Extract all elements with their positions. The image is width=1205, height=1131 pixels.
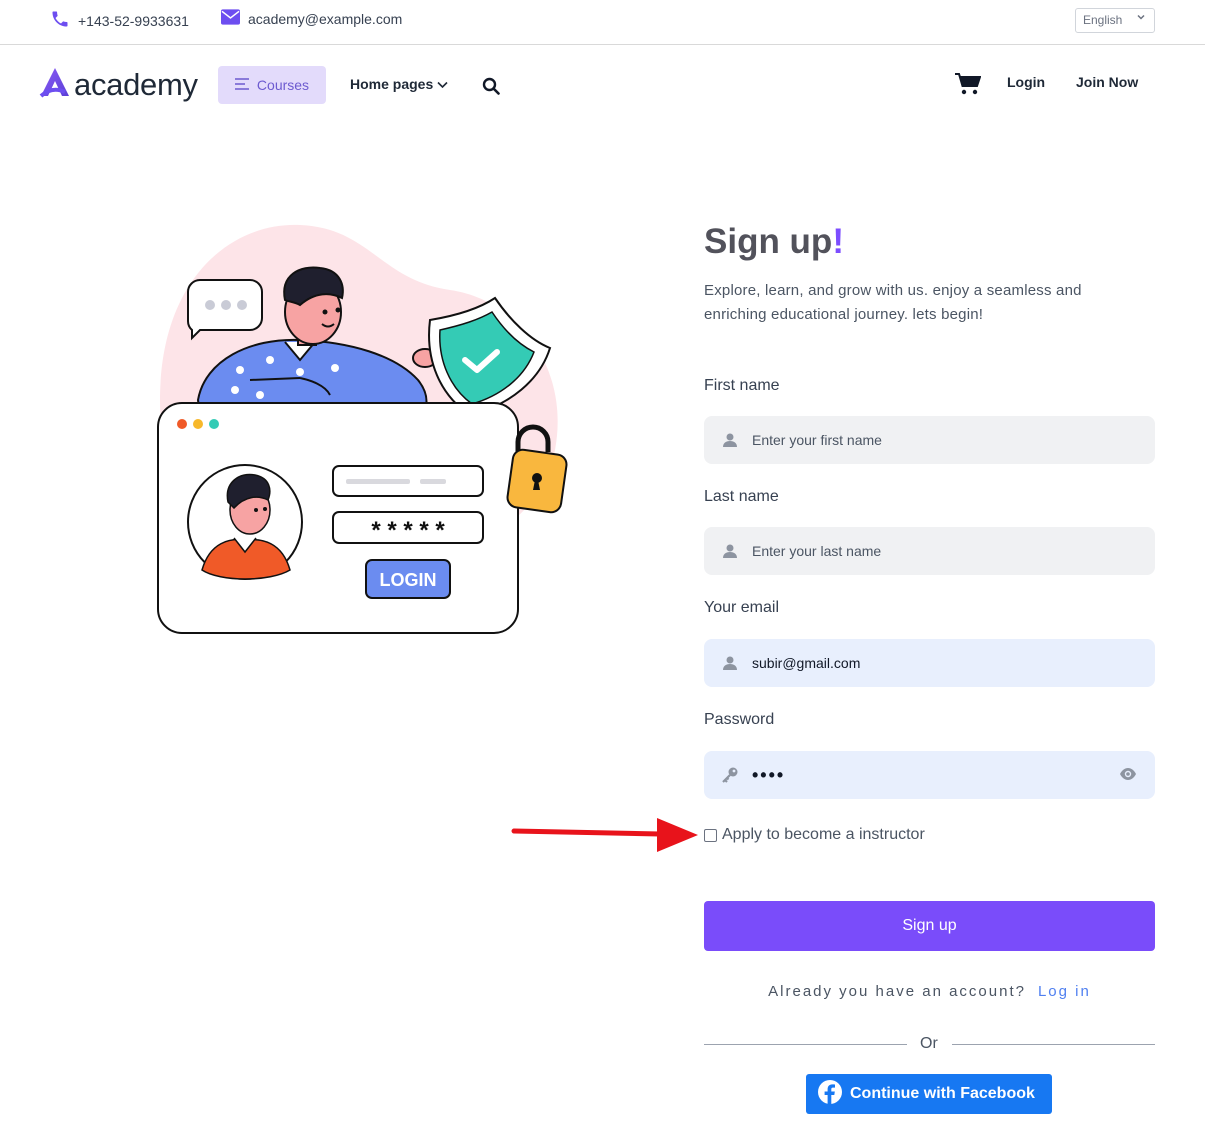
last-name-label: Last name — [704, 488, 779, 505]
red-arrow-annotation — [510, 816, 700, 861]
join-now-link[interactable]: Join Now — [1076, 74, 1138, 90]
email-label: Your email — [704, 599, 780, 616]
language-select[interactable]: English — [1075, 8, 1155, 33]
eye-icon[interactable] — [1119, 767, 1137, 786]
sign-up-button[interactable]: Sign up — [704, 901, 1155, 951]
signup-illustration: * * * * * LOGIN — [150, 220, 570, 640]
chevron-down-icon — [437, 76, 448, 92]
logo-text: academy — [74, 66, 198, 102]
instructor-checkbox[interactable] — [704, 828, 717, 842]
email-address: academy@example.com — [248, 10, 403, 27]
last-name-placeholder: Enter your last name — [752, 543, 882, 559]
first-name-placeholder: Enter your first name — [752, 432, 882, 448]
courses-label: Courses — [256, 77, 310, 93]
email-value: subir@gmail.com — [752, 655, 861, 671]
phone-icon — [50, 9, 70, 32]
password-field[interactable]: •••• — [704, 751, 1155, 799]
title-text: Sign up — [704, 222, 833, 261]
instructor-checkbox-row[interactable]: Apply to become a instructor — [704, 826, 925, 844]
chevron-down-icon — [1136, 12, 1146, 25]
email-field[interactable]: subir@gmail.com — [704, 639, 1155, 687]
home-pages-menu[interactable]: Home pages — [350, 76, 448, 92]
courses-button[interactable]: Courses — [218, 66, 326, 104]
facebook-icon — [818, 1079, 842, 1109]
log-in-link[interactable]: Log in — [1038, 983, 1091, 1000]
divider-line — [952, 1044, 1155, 1045]
language-value: English — [1083, 13, 1123, 27]
already-text: Already you have an account? — [768, 983, 1026, 1000]
or-text: Or — [920, 1035, 938, 1052]
first-name-field[interactable]: Enter your first name — [704, 416, 1155, 464]
academy-logo[interactable]: academy — [38, 66, 198, 103]
email-contact: academy@example.com — [221, 9, 402, 28]
logo-mark-icon — [38, 66, 72, 103]
login-link[interactable]: Login — [1007, 74, 1045, 90]
facebook-button-label: Continue with Facebook — [850, 1085, 1035, 1102]
last-name-field[interactable]: Enter your last name — [704, 527, 1155, 575]
illustration-password-mask: * * * * * — [371, 517, 445, 544]
menu-lines-icon — [234, 77, 249, 93]
envelope-icon — [221, 9, 240, 28]
first-name-label: First name — [704, 377, 780, 394]
phone-contact: +143-52-9933631 — [50, 9, 189, 32]
page-title: Sign up! — [704, 222, 844, 262]
title-exclamation: ! — [832, 222, 844, 261]
user-icon — [722, 432, 738, 448]
key-icon — [722, 767, 738, 783]
phone-number: +143-52-9933631 — [78, 12, 189, 29]
search-icon[interactable] — [482, 77, 500, 100]
illustration-login-text: LOGIN — [380, 570, 437, 590]
cart-icon[interactable] — [955, 72, 982, 101]
divider-line — [704, 1044, 907, 1045]
facebook-login-button[interactable]: Continue with Facebook — [806, 1074, 1052, 1114]
login-prompt: Already you have an account? Log in — [704, 983, 1155, 1000]
chat-bubble-icon — [186, 279, 263, 341]
password-label: Password — [704, 711, 775, 728]
instructor-checkbox-label[interactable]: Apply to become a instructor — [722, 826, 925, 844]
page-subtitle: Explore, learn, and grow with us. enjoy … — [704, 282, 1082, 323]
user-icon — [722, 655, 738, 671]
or-divider: Or — [704, 1035, 1155, 1055]
password-value: •••• — [752, 764, 786, 785]
user-icon — [722, 543, 738, 559]
top-bar: +143-52-9933631 academy@example.com Engl… — [0, 0, 1205, 45]
home-pages-label: Home pages — [350, 76, 434, 92]
